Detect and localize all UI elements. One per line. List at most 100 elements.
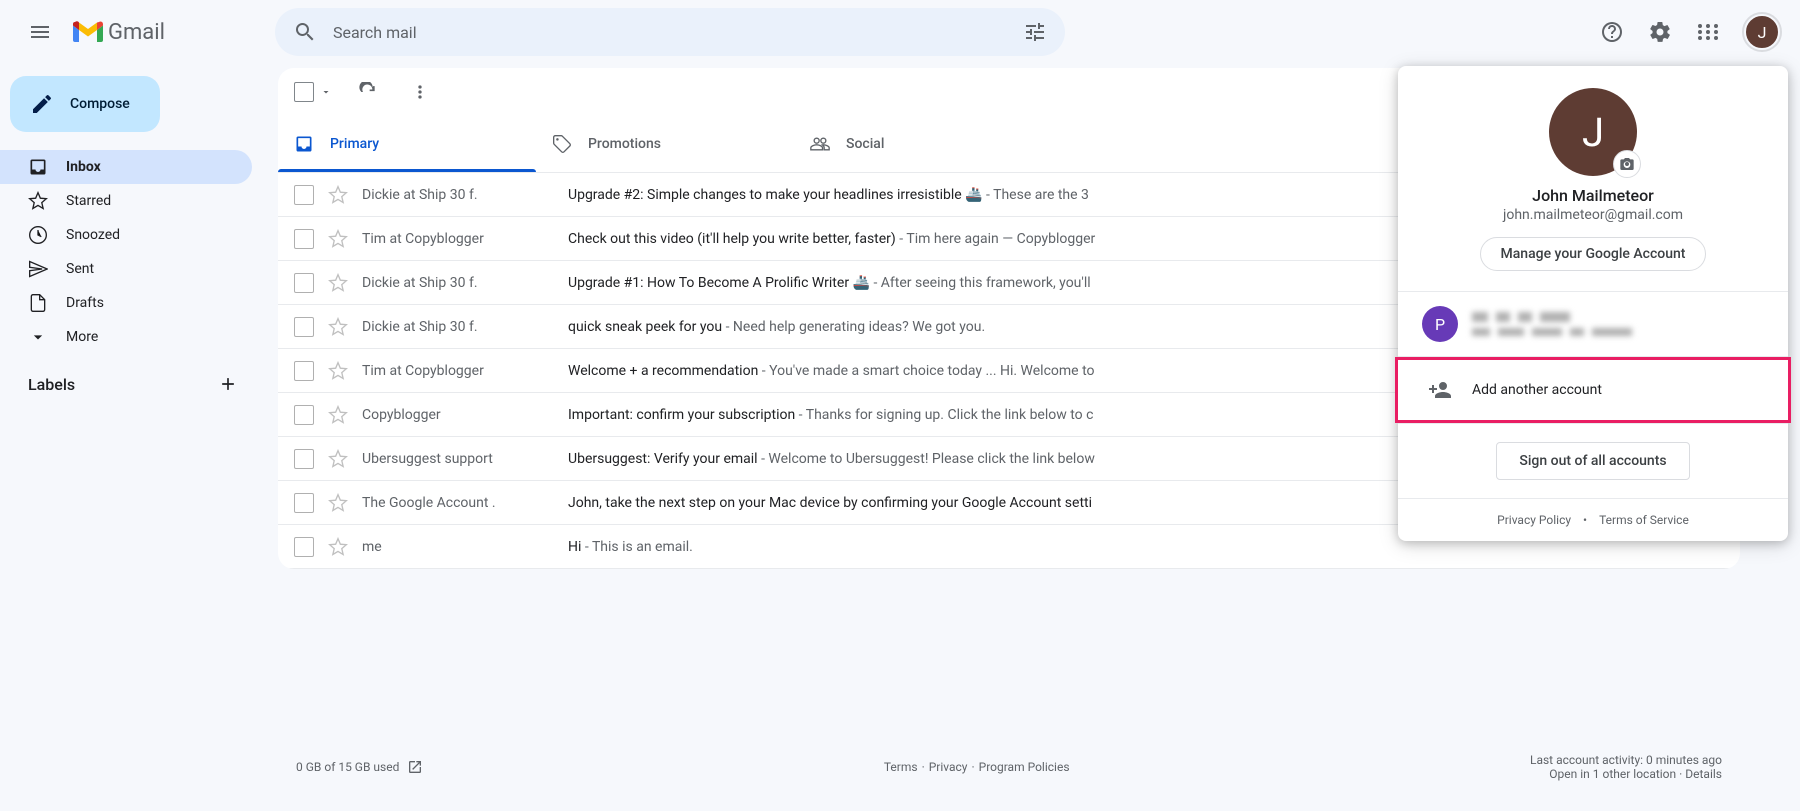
row-checkbox[interactable] [294,229,314,249]
refresh-button[interactable] [348,72,388,112]
sidebar-nav: Inbox Starred Snoozed Sent Drafts More [0,150,260,354]
details-link[interactable]: Details [1685,767,1722,781]
chevron-down-icon [28,327,48,347]
more-vertical-icon [410,82,430,102]
star-outline-icon [328,493,348,513]
row-checkbox[interactable] [294,361,314,381]
tune-icon [1023,20,1047,44]
sidebar-item-inbox[interactable]: Inbox [0,150,252,184]
inbox-tab-icon [294,134,314,154]
separator-dot: • [1583,513,1587,527]
star-outline-icon [328,229,348,249]
row-sender: Copyblogger [362,407,568,423]
sidebar-item-label: Starred [66,193,111,209]
row-sender: Tim at Copyblogger [362,363,568,379]
row-sender: The Google Account . [362,495,568,511]
terms-link[interactable]: Terms [884,760,918,774]
add-another-account-button[interactable]: Add another account [1395,357,1791,423]
camera-icon [1619,156,1635,172]
search-options-button[interactable] [1015,12,1055,52]
row-star-button[interactable] [328,361,348,381]
privacy-link[interactable]: Privacy [929,760,968,774]
people-icon [810,134,830,154]
row-checkbox[interactable] [294,185,314,205]
search-button[interactable] [285,12,325,52]
add-account-label: Add another account [1472,382,1602,398]
star-icon [28,191,48,211]
other-account-avatar: P [1422,306,1458,342]
row-star-button[interactable] [328,405,348,425]
row-sender: Dickie at Ship 30 f. [362,187,568,203]
tab-label: Primary [330,136,379,152]
other-account-blurred [1472,312,1632,336]
send-icon [28,259,48,279]
compose-button[interactable]: Compose [10,76,160,132]
star-outline-icon [328,185,348,205]
support-button[interactable] [1592,12,1632,52]
row-sender: Tim at Copyblogger [362,231,568,247]
caret-down-icon [320,86,332,98]
row-checkbox[interactable] [294,273,314,293]
main-menu-button[interactable] [16,8,64,56]
change-photo-button[interactable] [1613,150,1641,178]
account-tos-link[interactable]: Terms of Service [1599,513,1689,527]
help-icon [1600,20,1624,44]
add-label-button[interactable] [212,368,244,400]
sidebar-item-starred[interactable]: Starred [0,184,252,218]
compose-label: Compose [70,96,130,112]
apps-button[interactable] [1688,12,1728,52]
row-star-button[interactable] [328,229,348,249]
signout-button[interactable]: Sign out of all accounts [1496,442,1689,480]
hamburger-icon [28,20,52,44]
row-sender: Ubersuggest support [362,451,568,467]
row-checkbox[interactable] [294,317,314,337]
storage-usage: 0 GB of 15 GB used [296,760,399,774]
tab-promotions[interactable]: Promotions [536,116,794,172]
sidebar-item-drafts[interactable]: Drafts [0,286,252,320]
clock-icon [28,225,48,245]
settings-button[interactable] [1640,12,1680,52]
row-star-button[interactable] [328,449,348,469]
policies-link[interactable]: Program Policies [979,760,1070,774]
header: Gmail J [0,0,1800,64]
row-star-button[interactable] [328,317,348,337]
tab-primary[interactable]: Primary [278,116,536,172]
gmail-logo-icon [72,20,104,44]
account-name: John Mailmeteor [1532,186,1654,205]
row-star-button[interactable] [328,273,348,293]
inbox-icon [28,157,48,177]
select-all-dropdown[interactable] [316,86,336,98]
draft-icon [28,293,48,313]
pencil-icon [30,92,54,116]
sidebar-item-snoozed[interactable]: Snoozed [0,218,252,252]
sidebar-item-label: Snoozed [66,227,120,243]
more-actions-button[interactable] [400,72,440,112]
sidebar-item-sent[interactable]: Sent [0,252,252,286]
row-star-button[interactable] [328,185,348,205]
gmail-logo[interactable]: Gmail [72,20,165,45]
account-email: john.mailmeteor@gmail.com [1503,207,1683,223]
star-outline-icon [328,273,348,293]
row-checkbox[interactable] [294,449,314,469]
row-checkbox[interactable] [294,405,314,425]
account-privacy-link[interactable]: Privacy Policy [1497,513,1571,527]
row-star-button[interactable] [328,537,348,557]
row-checkbox[interactable] [294,537,314,557]
gmail-logo-text: Gmail [108,20,165,45]
select-all-checkbox[interactable] [294,82,314,102]
star-outline-icon [328,449,348,469]
sidebar-item-more[interactable]: More [0,320,252,354]
other-account-row[interactable]: P [1398,292,1788,357]
tab-social[interactable]: Social [794,116,1052,172]
account-avatar[interactable]: J [1744,14,1780,50]
star-outline-icon [328,537,348,557]
open-external-icon[interactable] [407,759,423,775]
star-outline-icon [328,317,348,337]
search-bar [275,8,1065,56]
row-star-button[interactable] [328,493,348,513]
row-checkbox[interactable] [294,493,314,513]
search-input[interactable] [325,23,1015,42]
row-sender: Dickie at Ship 30 f. [362,275,568,291]
signout-section: Sign out of all accounts [1398,423,1788,498]
manage-account-button[interactable]: Manage your Google Account [1480,237,1707,271]
